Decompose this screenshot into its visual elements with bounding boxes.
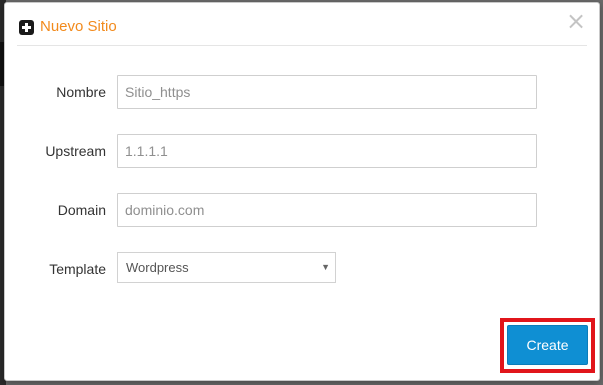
- form-row-upstream: Upstream: [5, 134, 599, 168]
- nombre-input[interactable]: [117, 75, 537, 109]
- form-row-template: Template Wordpress ▼: [5, 252, 599, 286]
- dialog-header: Nuevo Sitio ×: [5, 3, 599, 47]
- nombre-label: Nombre: [56, 84, 106, 100]
- chevron-down-icon: ▼: [321, 262, 330, 272]
- plus-square-icon: [19, 19, 34, 35]
- domain-label: Domain: [57, 202, 106, 218]
- close-icon[interactable]: ×: [565, 9, 587, 33]
- domain-input[interactable]: [117, 193, 537, 227]
- upstream-label: Upstream: [45, 143, 106, 159]
- dialog-title: Nuevo Sitio: [40, 18, 117, 35]
- dialog-title-group: Nuevo Sitio: [19, 17, 117, 37]
- upstream-input[interactable]: [117, 134, 537, 168]
- template-select[interactable]: Wordpress ▼: [117, 252, 336, 283]
- header-divider: [17, 45, 587, 46]
- form-row-domain: Domain: [5, 193, 599, 227]
- template-label: Template: [49, 261, 106, 277]
- form-row-nombre: Nombre: [5, 75, 599, 109]
- create-button[interactable]: Create: [507, 325, 588, 365]
- template-selected-value: Wordpress: [126, 260, 189, 275]
